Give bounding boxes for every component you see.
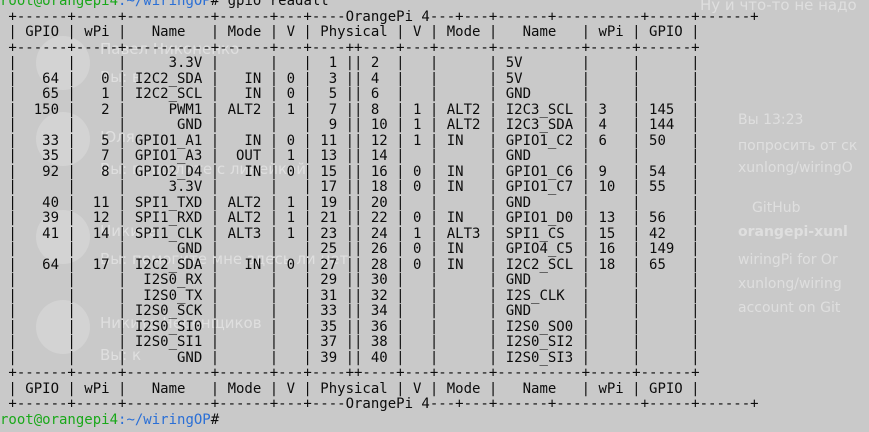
table-border-bottom: +------+-----+----------+------+---+----… — [0, 396, 759, 412]
table-separator: +------+-----+----------+------+---+----… — [0, 365, 700, 381]
table-row: | | | GND | | | 39 || 40 | | | I2S0_SI3 … — [0, 349, 700, 366]
table-row: | 35 | 7 | GPIO1_A3 | OUT | 1 | 13 || 14… — [0, 148, 700, 164]
table-row: | 33 | 5 | GPIO1_A1 | IN | 0 | 11 || 12 … — [0, 132, 700, 149]
table-row: | | | I2S0_RX | | | 29 || 30 | | | GND |… — [0, 272, 700, 288]
table-row: | 150 | 2 | PWM1 | ALT2 | 1 | 7 || 8 | 1… — [0, 101, 700, 118]
table-row: | | | GND | | | 25 || 26 | 0 | IN | GPIO… — [0, 241, 700, 257]
ghost-text: GitHub — [752, 200, 801, 216]
table-row: | | | GND | | | 9 || 10 | 1 | ALT2 | I2C… — [0, 117, 700, 133]
table-separator: +------+-----+----------+------+---+----… — [0, 39, 700, 56]
terminal-window[interactable]: Ну и что-то не надо Павел Никоненко Вы: … — [0, 0, 869, 432]
prompt-user: root@orangepi4 — [0, 411, 119, 428]
table-row: | 64 | 0 | I2C2_SDA | IN | 0 | 3 || 4 | … — [0, 70, 700, 87]
table-row: | | | 3.3V | | | 1 || 2 | | | 5V | | | — [0, 55, 700, 71]
table-row: | 40 | 11 | SPI1_TXD | ALT2 | 1 | 19 || … — [0, 194, 700, 211]
table-row: | | | I2S0_SI0 | | | 35 || 36 | | | I2S0… — [0, 318, 700, 335]
prompt-path: :~/wiringOP — [118, 411, 211, 428]
table-footer-row: | GPIO | wPi | Name | Mode | V | Physica… — [0, 380, 700, 397]
prompt-user: root@orangepi4 — [0, 0, 119, 9]
table-row: | | | 3.3V | | | 17 || 18 | 0 | IN | GPI… — [0, 179, 700, 195]
table-row: | 39 | 12 | SPI1_RXD | ALT2 | 1 | 21 || … — [0, 210, 700, 226]
prompt-line[interactable]: root@orangepi4:~/wiringOP# — [0, 411, 759, 429]
table-border-top: +------+-----+----------+------+---+----… — [0, 8, 759, 25]
table-row: | | | I2S0_SCK | | | 33 || 34 | | | GND … — [0, 303, 700, 319]
table-row: | 64 | 17 | I2C2_SDA | IN | 0 | 27 || 28… — [0, 256, 700, 273]
prompt-path: :~/wiringOP — [118, 0, 211, 9]
table-row: | | | I2S0_TX | | | 31 || 32 | | | I2S_C… — [0, 287, 700, 304]
table-row: | | | I2S0_SI1 | | | 37 || 38 | | | I2S0… — [0, 334, 700, 350]
prompt-symbol: # — [210, 411, 228, 428]
table-row: | 92 | 8 | GPIO2_D4 | IN | 0 | 15 || 16 … — [0, 163, 700, 180]
command-text: # gpio readall — [210, 0, 329, 9]
table-row: | 41 | 14 | SPI1_CLK | ALT3 | 1 | 23 || … — [0, 225, 700, 242]
terminal-output: root@orangepi4:~/wiringOP# gpio readall … — [0, 0, 759, 428]
table-row: | 65 | 1 | I2C2_SCL | IN | 0 | 5 || 6 | … — [0, 86, 700, 102]
table-header-row: | GPIO | wPi | Name | Mode | V | Physica… — [0, 24, 700, 40]
